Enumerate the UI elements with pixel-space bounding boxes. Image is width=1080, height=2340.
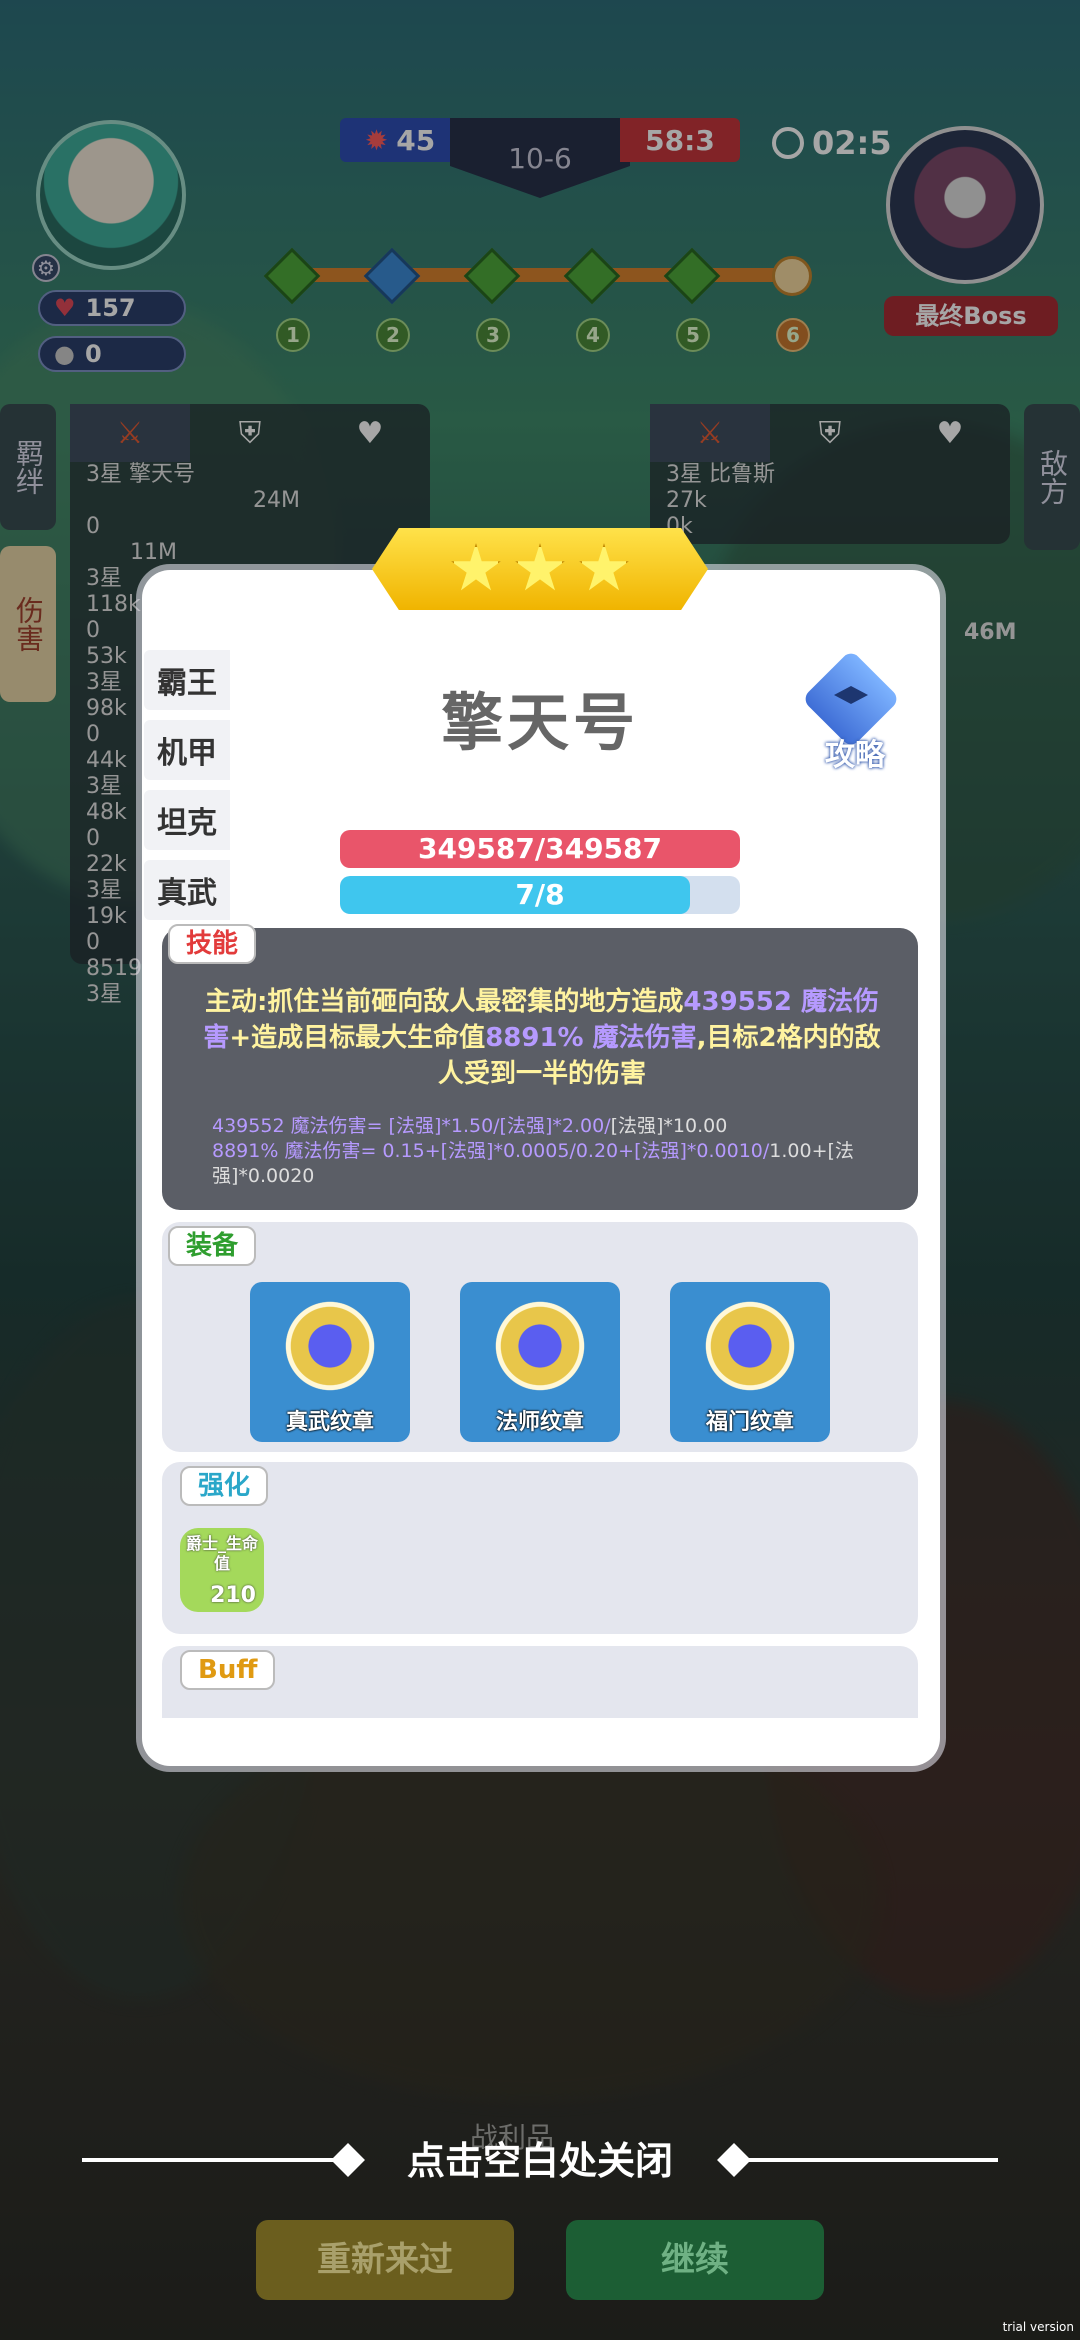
emblem-icon: [280, 1296, 380, 1396]
skill-section: 技能 主动:抓住当前砸向敌人最密集的地方造成439552 魔法伤害+造成目标最大…: [162, 924, 918, 1210]
formula-text: 439552 魔法伤害= [法强]*1.50/[法强]*2.00/: [212, 1115, 611, 1137]
hp-bar: 349587/349587: [340, 830, 740, 868]
equipment-tag: 装备: [168, 1226, 257, 1266]
buff-tag: Buff: [180, 1650, 276, 1690]
continue-button[interactable]: 继续: [566, 2220, 824, 2300]
skill-text: +造成目标最大生命值: [229, 1023, 486, 1053]
enhance-tag: 强化: [180, 1466, 269, 1506]
emblem-icon: [490, 1296, 590, 1396]
unit-name: 擎天号: [440, 686, 639, 759]
skill-tag: 技能: [168, 924, 257, 964]
emblem-icon: [700, 1296, 800, 1396]
trait-item[interactable]: 真武: [144, 860, 230, 920]
equipment-section: 装备 真武纹章 法师纹章 福门纹章: [162, 1222, 918, 1452]
mana-bar: 7/8: [340, 876, 740, 914]
star-icon: [451, 543, 501, 591]
equipment-item[interactable]: 福门纹章: [670, 1282, 830, 1442]
enhance-section: 强化 爵士_生命值 210: [162, 1462, 918, 1634]
equipment-label: 福门纹章: [705, 1410, 794, 1435]
star-icon: [579, 543, 629, 591]
formula-text: 8891% 魔法伤害= 0.15+[法强]*0.0005/0.20+[法强]*0…: [212, 1140, 770, 1162]
equipment-label: 真武纹章: [285, 1410, 374, 1435]
skill-description: 主动:抓住当前砸向敌人最密集的地方造成439552 魔法伤害+造成目标最大生命值…: [202, 984, 882, 1092]
trait-list: 霸王 机甲 坦克 真武: [144, 650, 230, 930]
divider: [728, 2158, 998, 2162]
guide-button-label[interactable]: 攻略: [808, 730, 902, 774]
trait-item[interactable]: 霸王: [144, 650, 230, 710]
enhance-item-value: 210: [210, 1583, 256, 1608]
watermark: trial version: [1002, 2320, 1074, 2334]
star-rating: [372, 528, 708, 610]
skill-formula: 439552 魔法伤害= [法强]*1.50/[法强]*2.00/[法强]*10…: [212, 1114, 892, 1189]
mana-text: 7/8: [515, 878, 565, 911]
enhance-item[interactable]: 爵士_生命值 210: [180, 1528, 264, 1612]
equipment-label: 法师纹章: [495, 1410, 584, 1435]
trait-item[interactable]: 机甲: [144, 720, 230, 780]
equipment-item[interactable]: 法师纹章: [460, 1282, 620, 1442]
retry-button[interactable]: 重新来过: [256, 2220, 514, 2300]
trait-item[interactable]: 坦克: [144, 790, 230, 850]
skill-text: 主动:抓住当前砸向敌人最密集的地方造成: [204, 987, 684, 1017]
equipment-item[interactable]: 真武纹章: [250, 1282, 410, 1442]
enhance-item-title: 爵士_生命值: [185, 1534, 258, 1573]
star-icon: [515, 543, 565, 591]
formula-text: [法强]*10.00: [610, 1115, 728, 1137]
skill-value: 8891% 魔法伤害: [485, 1023, 697, 1053]
buff-section: Buff: [162, 1646, 918, 1718]
